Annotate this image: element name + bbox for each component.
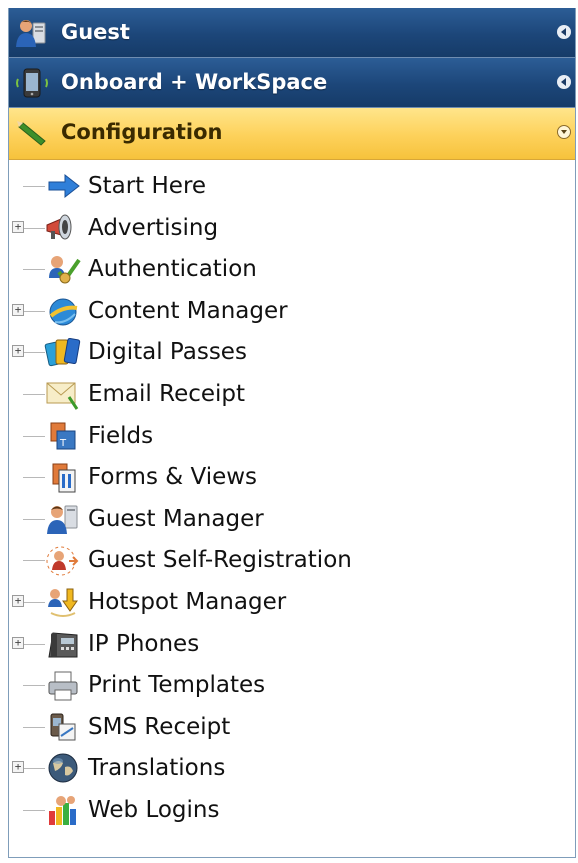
navigation-panel: Guest Onboard + WorkSpace Configuration [8, 8, 576, 858]
tree-item-label: Guest Self-Registration [88, 547, 352, 574]
tree-item-label: Print Templates [88, 672, 266, 699]
section-header-label: Onboard + WorkSpace [61, 70, 328, 94]
arrow-right-icon [48, 173, 80, 199]
tree-connector [23, 186, 45, 187]
section-header-guest[interactable]: Guest [9, 8, 575, 58]
tree-connector [23, 560, 45, 562]
tree-item-hotspot-manager[interactable]: + Hotspot Manager [9, 581, 575, 623]
tree-item-label: Web Logins [88, 796, 220, 823]
sms-icon [50, 713, 76, 741]
pen-icon [17, 121, 46, 146]
envelope-icon [46, 382, 79, 410]
section-header-label: Configuration [61, 120, 223, 144]
tree-item-web-logins[interactable]: Web Logins [9, 789, 575, 831]
megaphone-icon [46, 214, 72, 240]
collapse-left-icon[interactable] [557, 25, 571, 39]
tree-connector [23, 643, 45, 645]
tree-item-label: Email Receipt [88, 380, 246, 407]
printer-icon [48, 671, 78, 701]
tree-item-guest-self-registration[interactable]: Guest Self-Registration [9, 539, 575, 581]
collapse-down-icon[interactable] [557, 125, 571, 139]
authentication-icon [49, 256, 81, 284]
tree-item-translations[interactable]: + Translations [9, 747, 575, 789]
tree-item-sms-receipt[interactable]: SMS Receipt [9, 706, 575, 748]
tree-item-print-templates[interactable]: Print Templates [9, 664, 575, 706]
tree-item-authentication[interactable]: Authentication [9, 248, 575, 290]
tree-connector [23, 601, 45, 603]
ip-phone-icon [48, 631, 78, 658]
tree-item-label: Advertising [88, 214, 219, 241]
svg-text:T: T [59, 438, 67, 449]
hotspot-icon [48, 588, 78, 617]
tree-connector [23, 726, 45, 728]
tree-item-label: Digital Passes [88, 339, 247, 366]
tree-item-label: Fields [88, 422, 154, 449]
tree-connector [23, 269, 45, 271]
guest-icon [16, 20, 46, 47]
tree-item-label: Authentication [88, 256, 257, 283]
expand-icon[interactable]: + [12, 594, 24, 607]
tree-item-fields[interactable]: T Fields [9, 415, 575, 457]
tree-item-advertising[interactable]: + Advertising [9, 207, 575, 249]
section-header-onboard[interactable]: Onboard + WorkSpace [9, 58, 575, 108]
tree-connector [23, 227, 45, 229]
passes-icon [44, 338, 81, 367]
phone-icon [16, 68, 48, 98]
expand-icon[interactable]: + [12, 303, 24, 316]
expand-icon[interactable]: + [12, 345, 24, 358]
tree-item-label: IP Phones [88, 630, 200, 657]
tree-connector [23, 393, 45, 395]
collapse-left-icon[interactable] [557, 75, 571, 89]
globe-icon [48, 753, 78, 783]
browser-icon [49, 298, 78, 326]
tree-connector [23, 310, 45, 312]
tree-item-forms-views[interactable]: Forms & Views [9, 456, 575, 498]
expand-icon[interactable]: + [12, 220, 24, 233]
configuration-tree: Start Here + Advertising Authentication [9, 165, 575, 831]
tree-item-email-receipt[interactable]: Email Receipt [9, 373, 575, 415]
tree-item-ip-phones[interactable]: + IP Phones [9, 623, 575, 665]
fields-icon: T [50, 422, 76, 450]
tree-connector [23, 685, 45, 687]
tree-item-digital-passes[interactable]: + Digital Passes [9, 331, 575, 373]
tree-connector [23, 518, 45, 520]
tree-item-label: Start Here [88, 173, 207, 199]
tree-connector [23, 809, 45, 811]
web-logins-icon [49, 795, 76, 825]
tree-connector [23, 768, 45, 770]
tree-item-label: Forms & Views [88, 464, 258, 491]
section-header-configuration[interactable]: Configuration [9, 108, 575, 160]
tree-item-guest-manager[interactable]: Guest Manager [9, 498, 575, 540]
tree-item-content-manager[interactable]: + Content Manager [9, 290, 575, 332]
section-header-label: Guest [61, 20, 130, 44]
tree-item-label: Translations [88, 755, 226, 782]
tree-item-label: Hotspot Manager [88, 588, 287, 615]
expand-icon[interactable]: + [12, 761, 24, 774]
expand-icon[interactable]: + [12, 636, 24, 649]
self-registration-icon [46, 546, 79, 576]
tree-item-label: Guest Manager [88, 505, 264, 532]
tree-item-label: SMS Receipt [88, 713, 231, 740]
tree-connector [23, 435, 45, 437]
tree-connector [23, 352, 45, 354]
tree-connector [23, 477, 45, 479]
tree-item-label: Content Manager [88, 297, 288, 324]
guest-manager-icon [47, 505, 78, 534]
forms-icon [52, 463, 76, 493]
tree-item-start-here[interactable]: Start Here [9, 165, 575, 207]
